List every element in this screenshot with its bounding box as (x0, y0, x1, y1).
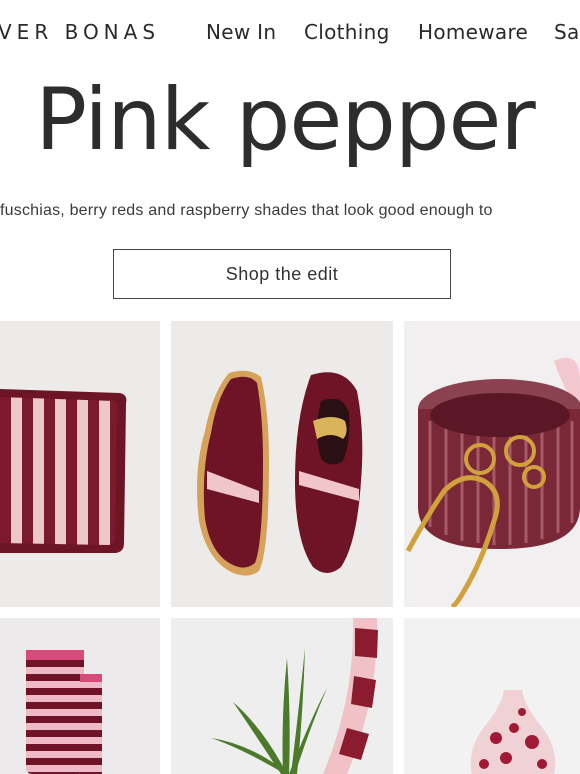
shop-the-edit-button[interactable]: Shop the edit (113, 249, 451, 299)
top-nav: VER BONAS New In Clothing Homeware Sa (0, 0, 580, 64)
striped-mirror-with-plant-image (171, 618, 393, 774)
product-tile-cushion[interactable] (0, 321, 160, 607)
nav-item-clothing[interactable]: Clothing (304, 20, 390, 44)
striped-socks-image (0, 618, 160, 774)
nav-item-sale[interactable]: Sa (554, 20, 580, 44)
spotted-glass-vase-image (404, 618, 580, 774)
product-tile-jewellery-dish[interactable] (404, 321, 580, 607)
product-tile-socks[interactable] (0, 618, 160, 774)
brand-logo[interactable]: VER BONAS (0, 20, 160, 44)
glass-jewellery-dish-image (404, 321, 580, 607)
product-tile-trainers[interactable] (171, 321, 393, 607)
product-tile-vase[interactable] (404, 618, 580, 774)
hero-subtitle: fuschias, berry reds and raspberry shade… (0, 202, 493, 219)
burgundy-trainers-image (171, 321, 393, 607)
page-title: Pink pepper (35, 70, 535, 170)
nav-item-new-in[interactable]: New In (206, 20, 276, 44)
nav-item-homeware[interactable]: Homeware (418, 20, 528, 44)
striped-cushion-image (0, 321, 160, 607)
product-tile-mirror[interactable] (171, 618, 393, 774)
